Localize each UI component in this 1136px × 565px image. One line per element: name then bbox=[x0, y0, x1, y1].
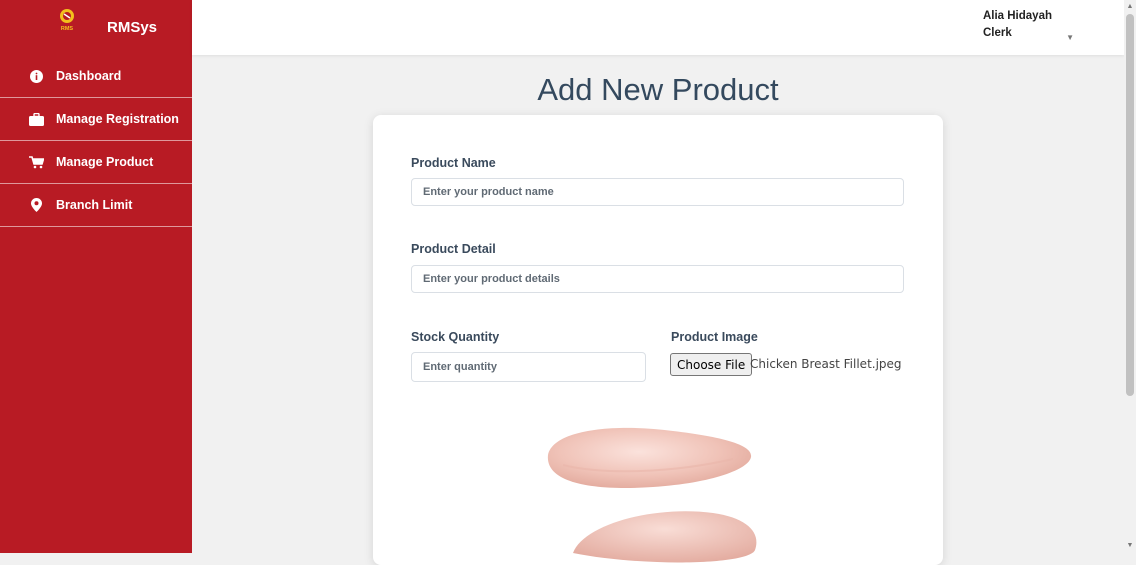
choose-file-button[interactable]: Choose File bbox=[670, 353, 753, 376]
brand-logo: RMS bbox=[60, 9, 74, 32]
product-name-input[interactable] bbox=[411, 178, 904, 206]
scrollbar-thumb[interactable] bbox=[1126, 14, 1134, 396]
sidebar-item-dashboard[interactable]: Dashboard bbox=[0, 55, 192, 98]
sidebar-nav: Dashboard Manage Registration Manage Pro… bbox=[0, 55, 192, 227]
user-role: Clerk bbox=[982, 27, 1012, 39]
product-image-label: Product Image bbox=[671, 330, 758, 344]
scroll-up-arrow-icon[interactable]: ▲ bbox=[1126, 2, 1134, 12]
page-title: Add New Product bbox=[537, 72, 779, 107]
brand-name[interactable]: RMSys bbox=[107, 19, 157, 36]
sidebar-item-label: Manage Product bbox=[56, 155, 154, 169]
stock-quantity-input[interactable] bbox=[411, 352, 646, 382]
add-product-form: Product Name Product Detail Stock Quanti… bbox=[373, 115, 943, 565]
product-detail-input[interactable] bbox=[411, 265, 904, 293]
product-detail-label: Product Detail bbox=[411, 242, 496, 256]
sidebar-item-label: Dashboard bbox=[56, 69, 122, 83]
map-pin-icon bbox=[28, 197, 44, 213]
top-bar: Alia Hidayah Clerk ▼ bbox=[192, 0, 1124, 55]
selected-file-name: Chicken Breast Fillet.jpeg bbox=[750, 357, 902, 371]
user-menu[interactable]: Alia Hidayah Clerk bbox=[983, 8, 1052, 42]
info-circle-icon bbox=[28, 68, 44, 84]
cart-icon bbox=[28, 154, 44, 170]
sidebar-item-label: Manage Registration bbox=[56, 112, 179, 126]
user-name: Alia Hidayah bbox=[982, 10, 1052, 22]
sidebar-item-branch-limit[interactable]: Branch Limit bbox=[0, 184, 192, 227]
sidebar: RMS RMSys Dashboard Manage Registration … bbox=[0, 0, 192, 553]
sidebar-item-manage-registration[interactable]: Manage Registration bbox=[0, 98, 192, 141]
briefcase-icon bbox=[28, 111, 44, 127]
stock-quantity-label: Stock Quantity bbox=[411, 330, 500, 344]
sidebar-item-label: Branch Limit bbox=[56, 198, 133, 212]
scroll-down-arrow-icon[interactable]: ▼ bbox=[1126, 541, 1134, 551]
chevron-down-icon[interactable]: ▼ bbox=[1066, 33, 1074, 42]
product-image-preview bbox=[547, 427, 757, 563]
sidebar-item-manage-product[interactable]: Manage Product bbox=[0, 141, 192, 184]
brand-logo-text: RMS bbox=[61, 26, 74, 32]
page-scrollbar[interactable]: ▲ ▼ bbox=[1124, 0, 1136, 553]
product-name-label: Product Name bbox=[411, 156, 496, 170]
